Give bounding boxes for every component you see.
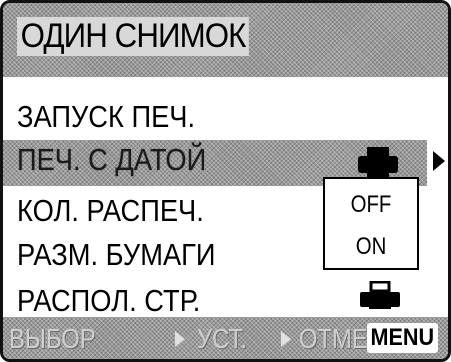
set-hint: УСТ. [197,323,248,354]
play-icon [281,331,291,347]
option-on[interactable]: ON [332,233,410,261]
printer-icon [360,281,400,309]
camera-lcd-screen: ОДИН СНИМОК ЗАПУСК ПЕЧ. ПЕЧ. С ДАТОЙ КОЛ… [0,0,451,362]
menu-item-label: ПЕЧ. С ДАТОЙ [17,142,207,177]
printer-icon [358,147,398,177]
page-title: ОДИН СНИМОК [17,17,250,56]
bottom-hint-bar: ВЫБОР УСТ. ОТМЕН MENU [3,317,448,359]
menu-item-print-start[interactable]: ЗАПУСК ПЕЧ. [17,99,195,135]
arrow-right-icon [433,151,445,171]
play-icon [175,331,185,347]
title-bar: ОДИН СНИМОК [3,3,448,77]
menu-item-page-layout[interactable]: РАСПОЛ. СТР. [17,283,200,319]
option-dropdown: OFF ON [323,177,419,270]
menu-item-print-count[interactable]: КОЛ. РАСПЕЧ. [17,193,204,229]
select-hint: ВЫБОР [9,323,96,354]
menu-item-paper-size[interactable]: РАЗМ. БУМАГИ [17,237,216,273]
menu-button[interactable]: MENU [367,323,439,353]
option-off[interactable]: OFF [332,191,410,219]
